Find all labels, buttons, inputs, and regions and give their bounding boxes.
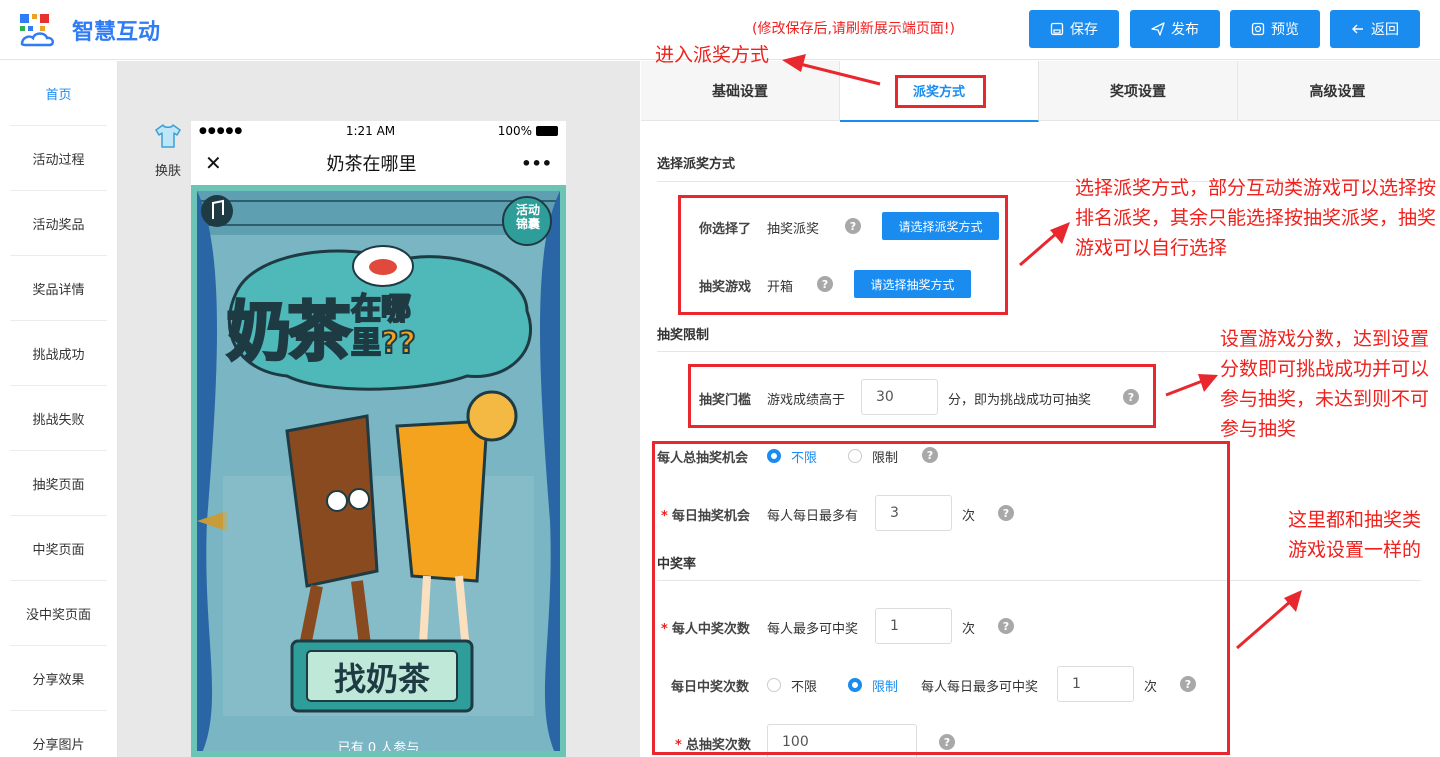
sidebar-item-label: 活动奖品: [32, 217, 85, 233]
find-milk-tea-button[interactable]: 找奶茶: [308, 653, 456, 701]
status-time: 1:21 AM: [345, 124, 396, 138]
app-root: 智慧互动 (修改保存后,请刷新展示端页面!) 保存 发布 预览 返回 首页 活动…: [0, 0, 1440, 757]
publish-button-label: 发布: [1171, 22, 1199, 38]
annotation-box-threshold: [688, 364, 1156, 428]
annotation-score: 设置游戏分数，达到设置分数即可挑战成功并可以参与抽奖，未达到则不可参与抽奖: [1220, 328, 1430, 440]
poster-image: 活动锦囊 奶茶 在哪里?? 找奶茶 已有 0 人参与: [191, 185, 566, 757]
participant-count: 已有 0 人参与: [337, 741, 420, 756]
tab-basic-settings[interactable]: 基础设置: [641, 61, 840, 121]
skin-switcher[interactable]: 换肤: [150, 122, 186, 179]
sidebar-item-activity-prizes[interactable]: 活动奖品: [10, 191, 107, 256]
back-button[interactable]: 返回: [1330, 10, 1420, 48]
poster-title: 奶茶 在哪里??: [226, 281, 537, 373]
brand-logo-icon: [20, 14, 55, 47]
section-title-method: 选择派奖方式: [657, 157, 736, 172]
phone-nav-bar: ✕ 奶茶在哪里 •••: [191, 141, 566, 185]
preview-icon: [1251, 22, 1265, 36]
phone-page-title: 奶茶在哪里: [326, 154, 417, 175]
phone-status-bar: ●●●●● 1:21 AM 100%: [191, 121, 566, 141]
sidebar-item-challenge-success[interactable]: 挑战成功: [10, 321, 107, 386]
annotation-box-rules: [652, 441, 1230, 755]
sidebar-item-prize-details[interactable]: 奖品详情: [10, 256, 107, 321]
save-icon: [1050, 22, 1064, 36]
sidebar-item-label: 中奖页面: [32, 542, 85, 558]
annotation-enter: 进入派奖方式: [655, 44, 770, 66]
publish-button[interactable]: 发布: [1130, 10, 1220, 48]
sidebar-item-lottery-page[interactable]: 抽奖页面: [10, 451, 107, 516]
sidebar-item-share-image[interactable]: 分享图片: [10, 711, 107, 757]
back-button-label: 返回: [1371, 22, 1399, 38]
send-icon: [1151, 22, 1165, 36]
annotation-box-method: [678, 195, 1008, 315]
sidebar-item-label: 挑战成功: [32, 347, 85, 363]
brand-title: 智慧互动: [72, 20, 161, 45]
tshirt-icon: [155, 124, 181, 148]
sidebar-item-label: 分享图片: [32, 737, 85, 753]
battery-percent: 100%: [497, 124, 532, 138]
preview-button[interactable]: 预览: [1230, 10, 1320, 48]
save-notice: (修改保存后,请刷新展示端页面!): [752, 21, 955, 37]
battery-icon: [536, 126, 558, 136]
sidebar-nav: 首页 活动过程 活动奖品 奖品详情 挑战成功 挑战失败 抽奖页面 中奖页面 没中…: [0, 61, 118, 757]
save-button[interactable]: 保存: [1029, 10, 1119, 48]
annotation-choose: 选择派奖方式，部分互动类游戏可以选择按排名派奖，其余只能选择按抽奖派奖，抽奖游戏…: [1075, 177, 1437, 259]
section-title-limit: 抽奖限制: [657, 328, 710, 343]
annotation-box-tab: [895, 75, 986, 108]
tab-label: 高级设置: [1309, 84, 1366, 100]
sidebar-item-no-win-page[interactable]: 没中奖页面: [10, 581, 107, 646]
music-icon[interactable]: [201, 195, 233, 227]
sidebar-item-label: 首页: [45, 87, 72, 103]
tab-advanced-settings[interactable]: 高级设置: [1238, 61, 1437, 121]
tab-prize-settings[interactable]: 奖项设置: [1039, 61, 1238, 121]
sidebar-item-label: 挑战失败: [32, 412, 85, 428]
poster-title-sub: 在哪里??: [350, 292, 417, 362]
sidebar-item-share-effect[interactable]: 分享效果: [10, 646, 107, 711]
more-icon[interactable]: •••: [521, 154, 552, 173]
battery-status: 100%: [498, 124, 558, 138]
sidebar-item-label: 分享效果: [32, 672, 85, 688]
sidebar-item-challenge-fail[interactable]: 挑战失败: [10, 386, 107, 451]
phone-preview: ●●●●● 1:21 AM 100% ✕ 奶茶在哪里 ••• 活动锦囊 奶茶 在…: [191, 121, 566, 757]
sidebar-item-label: 奖品详情: [32, 282, 85, 298]
close-icon[interactable]: ✕: [205, 151, 222, 175]
settings-tabs: 基础设置 派奖方式 奖项设置 高级设置: [641, 61, 1440, 122]
signal-icon: ●●●●●: [199, 126, 244, 136]
activity-tips-badge[interactable]: 活动锦囊: [511, 203, 545, 231]
sidebar-item-win-page[interactable]: 中奖页面: [10, 516, 107, 581]
annotation-same: 这里都和抽奖类游戏设置一样的: [1288, 509, 1422, 561]
tab-label: 奖项设置: [1110, 84, 1166, 100]
skin-label: 换肤: [154, 164, 181, 179]
sidebar-item-home[interactable]: 首页: [10, 61, 107, 126]
sidebar-item-activity-process[interactable]: 活动过程: [10, 126, 107, 191]
arrow-left-icon: [1352, 24, 1363, 34]
sidebar-item-label: 活动过程: [32, 152, 85, 168]
poster-title-main: 奶茶: [226, 295, 353, 372]
save-button-label: 保存: [1070, 22, 1098, 38]
tab-label: 基础设置: [712, 84, 768, 100]
sidebar-item-label: 没中奖页面: [25, 607, 91, 623]
sidebar-item-label: 抽奖页面: [32, 477, 85, 493]
preview-button-label: 预览: [1271, 22, 1299, 38]
